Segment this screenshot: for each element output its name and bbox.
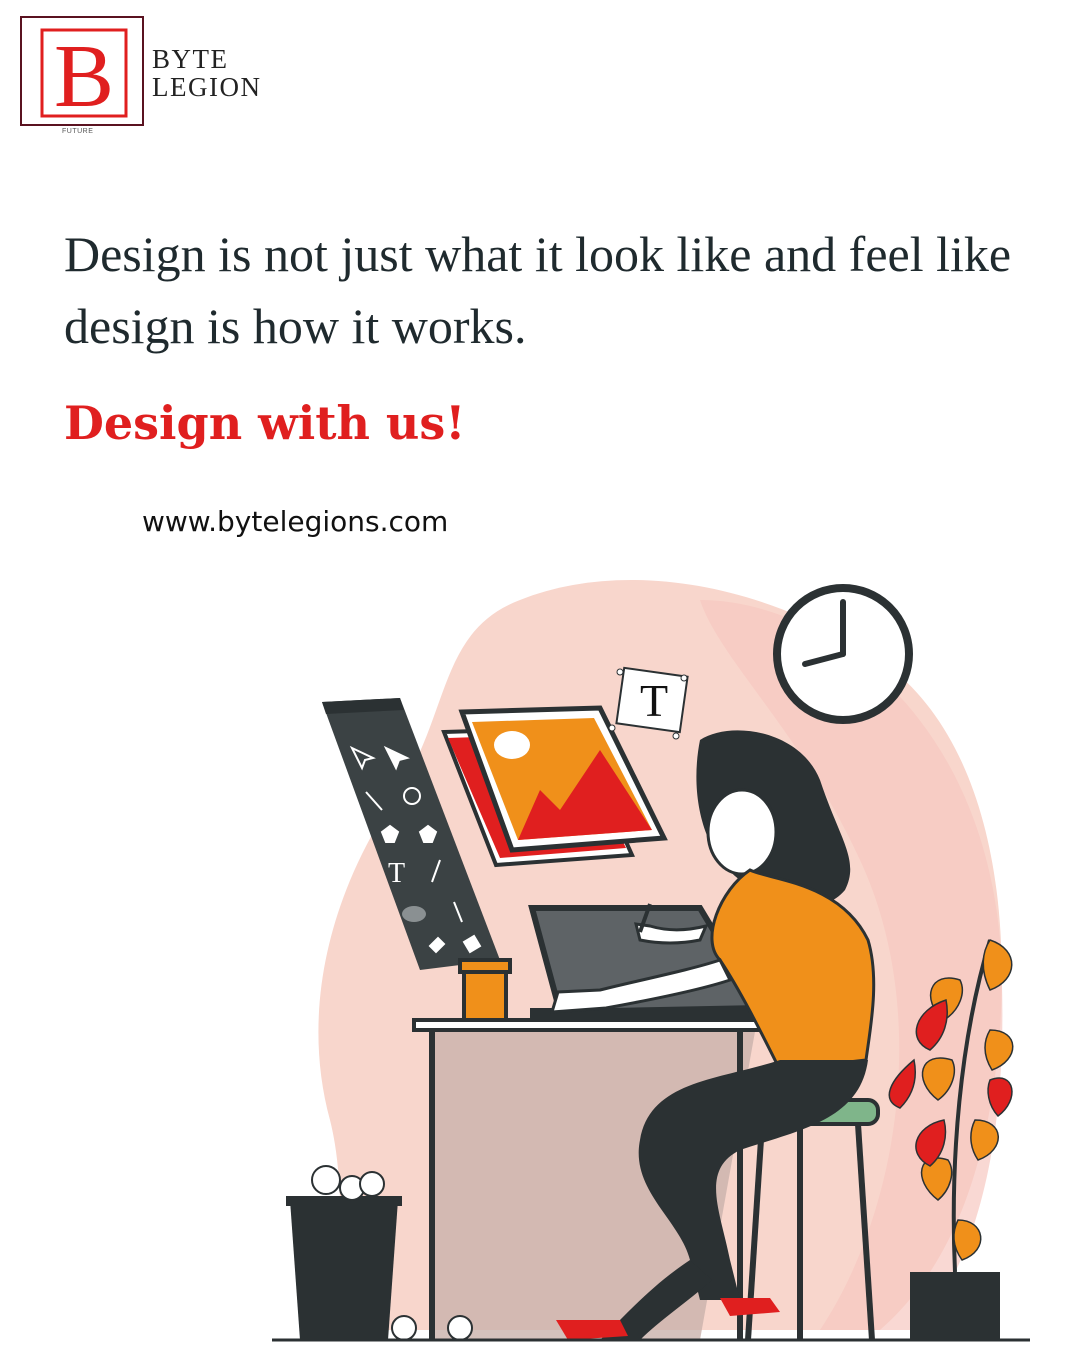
logo-mark: B xyxy=(40,27,128,126)
coffee-cup-icon xyxy=(458,958,512,1022)
quote-text: Design is not just what it look like and… xyxy=(64,226,1012,354)
call-to-action: Design with us! xyxy=(64,396,466,450)
designer-illustration: T T xyxy=(272,580,1030,1342)
logo-letter: B xyxy=(54,27,114,126)
type-tool-icon: T xyxy=(388,858,405,889)
logo-tagline: FUTURE xyxy=(62,128,94,135)
text-box-glyph: T xyxy=(640,675,668,726)
clock-icon xyxy=(773,584,913,724)
logo: B xyxy=(20,16,144,126)
website-link[interactable]: www.bytelegions.com xyxy=(142,505,448,538)
brand-name-line2: LEGION xyxy=(152,72,262,102)
ellipse-tool-icon xyxy=(402,906,426,922)
brand-name-line1: BYTE xyxy=(152,44,229,74)
